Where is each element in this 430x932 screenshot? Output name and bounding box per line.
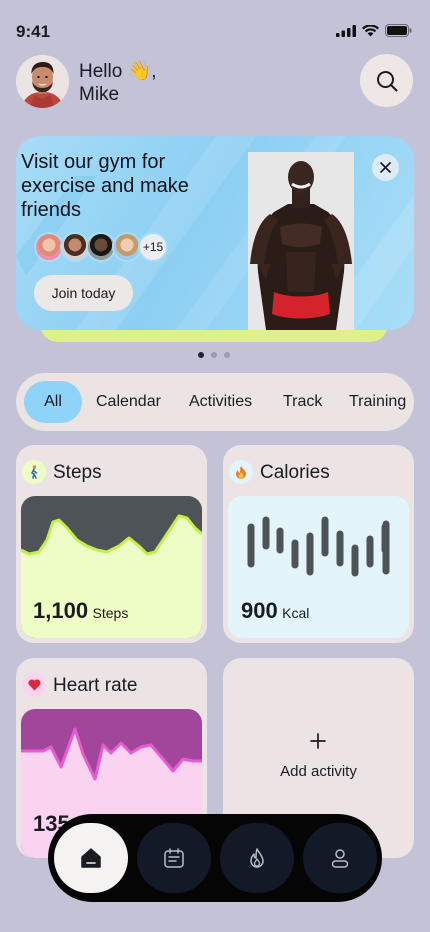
member-count-badge: +15	[138, 232, 168, 262]
profile-icon	[331, 849, 349, 868]
heart-rate-title: Heart rate	[53, 675, 138, 696]
tab-all[interactable]: All	[24, 381, 82, 423]
promo-banner[interactable]: Visit our gym for exercise and make frie…	[16, 136, 414, 330]
steps-title: Steps	[53, 462, 102, 483]
promo-title: Visit our gym for exercise and make frie…	[21, 151, 189, 221]
greeting-name: Mike	[79, 84, 120, 105]
tab-track[interactable]: Track	[283, 381, 322, 423]
carousel-dot[interactable]	[198, 352, 204, 358]
plus-icon	[310, 733, 326, 749]
calendar-icon	[164, 848, 184, 868]
wifi-icon	[362, 24, 379, 36]
add-activity-label: Add activity	[280, 763, 357, 780]
search-icon	[376, 70, 397, 91]
close-promo-button[interactable]	[372, 154, 399, 181]
nav-profile-button[interactable]	[303, 823, 377, 893]
steps-value: 1,100	[33, 598, 89, 623]
walking-person-icon	[22, 460, 46, 484]
steps-card[interactable]: Steps 1,100 Steps	[16, 445, 207, 643]
category-tabs: All Calendar Activities Track Training	[16, 373, 414, 431]
status-time: 9:41	[16, 22, 51, 41]
join-today-button[interactable]: Join today	[34, 275, 133, 311]
heart-icon	[22, 673, 46, 697]
tab-calendar[interactable]: Calendar	[96, 381, 161, 423]
calories-title: Calories	[260, 462, 330, 483]
steps-value-row: 1,100 Steps	[33, 598, 128, 624]
calories-value: 900	[241, 598, 278, 623]
carousel-dot[interactable]	[211, 352, 217, 358]
avatar-photo	[16, 55, 69, 108]
bottom-navigation	[48, 814, 382, 902]
greeting-hello: Hello 👋,	[79, 61, 157, 82]
tab-training[interactable]: Training	[349, 381, 406, 423]
gym-promo-image	[248, 152, 354, 330]
battery-icon	[385, 24, 412, 37]
nav-activity-button[interactable]	[220, 823, 294, 893]
close-icon	[380, 162, 391, 173]
flame-icon	[229, 460, 253, 484]
avatar[interactable]	[16, 55, 69, 108]
carousel-dot[interactable]	[224, 352, 230, 358]
carousel-pagination[interactable]	[198, 352, 230, 358]
calories-card[interactable]: Calories 900 Kcal	[223, 445, 414, 643]
status-icons	[336, 24, 412, 37]
member-avatars: +15	[34, 232, 168, 262]
steps-unit: Steps	[92, 605, 129, 621]
signal-icon	[336, 24, 356, 37]
greeting: Hello 👋, Mike	[79, 60, 157, 106]
flame-icon	[250, 848, 264, 868]
search-button[interactable]	[360, 54, 413, 107]
nav-home-button[interactable]	[54, 823, 128, 893]
tab-activities[interactable]: Activities	[189, 381, 252, 423]
nav-calendar-button[interactable]	[137, 823, 211, 893]
calories-value-row: 900 Kcal	[241, 598, 309, 624]
calories-unit: Kcal	[282, 605, 310, 621]
home-icon	[81, 848, 101, 868]
